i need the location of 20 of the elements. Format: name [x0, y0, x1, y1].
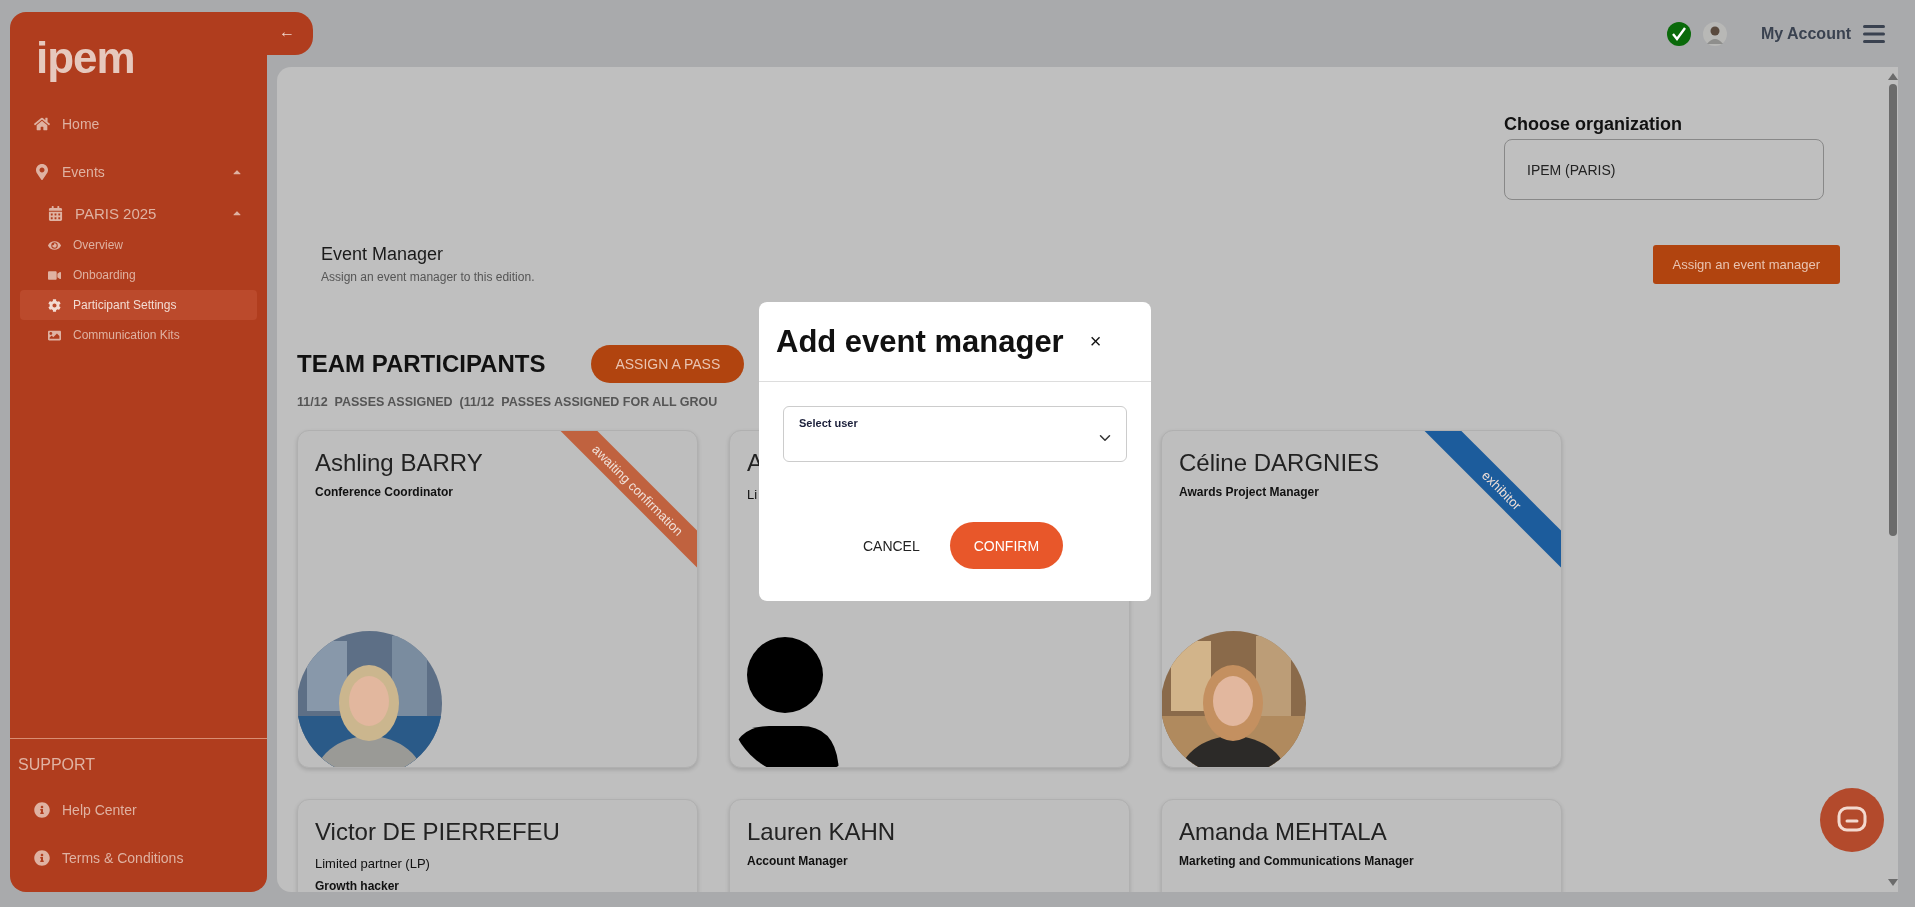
section-title: Event Manager: [321, 244, 445, 265]
section-title: TEAM PARTICIPANTS: [297, 350, 546, 378]
participant-name: Victor DE PIERREFEU: [315, 818, 560, 846]
job-title: Marketing and Communications Manager: [1179, 854, 1414, 868]
participant-role: Limited partner (LP): [315, 856, 430, 871]
job-title: Growth hacker: [315, 879, 400, 892]
participant-name: Ashling BARRY: [315, 449, 483, 477]
participant-name: Céline DARGNIES: [1179, 449, 1380, 477]
job-title: Conference Coordinator: [315, 485, 453, 499]
dialog-title: Add event manager: [776, 323, 1064, 360]
field-label: Choose organization: [1504, 114, 1683, 135]
participant-name: Amanda MEHTALA: [1179, 818, 1387, 846]
section-title: SUPPORT: [18, 756, 97, 774]
logo: ipem: [36, 36, 136, 80]
participant-name: Lauren KAHN: [747, 818, 896, 846]
participant-role: Li: [747, 487, 758, 502]
job-title: Account Manager: [747, 854, 848, 868]
section-description: Assign an event manager to this edition.: [321, 270, 535, 284]
passes-summary: 11/12 PASSES ASSIGNED (11/12 PASSES ASSIGNED FOR ALL GROU: [297, 395, 719, 409]
job-title: Awards Project Manager: [1179, 485, 1319, 499]
